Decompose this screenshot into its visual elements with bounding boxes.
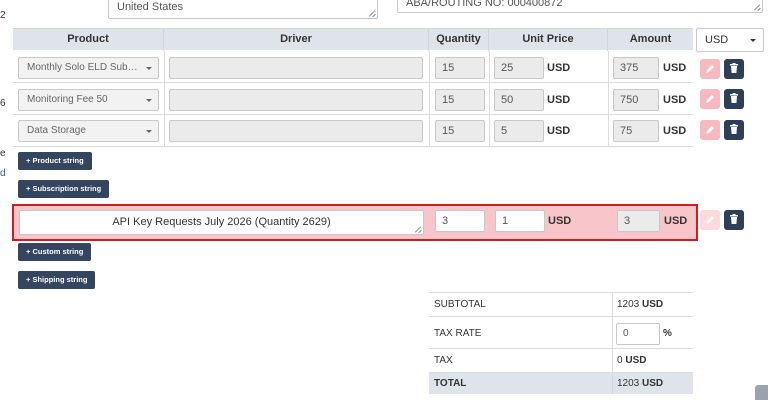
resize-handle-icon[interactable] bbox=[415, 226, 422, 233]
add-subscription-string-button[interactable]: + Subscription string bbox=[18, 180, 110, 198]
unit-price-currency: USD bbox=[547, 62, 571, 74]
chevron-down-icon bbox=[750, 39, 756, 42]
resize-handle-icon[interactable] bbox=[754, 4, 761, 11]
driver-input[interactable] bbox=[169, 89, 423, 111]
unit-price-currency: USD bbox=[547, 125, 571, 137]
edge-fragment: 2 bbox=[0, 10, 6, 21]
unit-price-input[interactable]: 5 bbox=[494, 120, 544, 142]
currency-select-value: USD bbox=[705, 34, 729, 46]
pencil-icon bbox=[706, 216, 714, 224]
tax-rate-unit: % bbox=[663, 328, 672, 339]
total-value: 1203 USD bbox=[617, 378, 664, 389]
quantity-input[interactable]: 15 bbox=[435, 120, 485, 142]
product-select[interactable]: Data Storage bbox=[18, 120, 159, 142]
edit-button[interactable] bbox=[700, 210, 720, 230]
header-unit-price: Unit Price bbox=[489, 29, 608, 51]
amount-input: 750 bbox=[613, 89, 659, 111]
unit-price-currency: USD bbox=[547, 94, 571, 106]
header-amount: Amount bbox=[629, 33, 672, 45]
unit-price-input[interactable]: 50 bbox=[494, 89, 544, 111]
product-select[interactable]: Monitoring Fee 50 bbox=[18, 89, 159, 111]
product-select-value: Monthly Solo ELD Subscript… bbox=[27, 62, 159, 73]
amount-currency: USD bbox=[663, 94, 687, 106]
table-row: Data Storage 15 5 USD 75 USD bbox=[13, 115, 693, 147]
corner-widget[interactable] bbox=[755, 385, 768, 400]
currency-select[interactable]: USD bbox=[696, 28, 764, 52]
delete-button[interactable] bbox=[724, 120, 744, 140]
subtotal-value: 1203 USD bbox=[617, 299, 664, 310]
total-row: TOTAL 1203 USD bbox=[429, 372, 693, 394]
unit-price-input[interactable]: 25 bbox=[494, 57, 544, 79]
driver-input[interactable] bbox=[169, 57, 423, 79]
trash-icon bbox=[730, 124, 738, 134]
header-quantity: Quantity bbox=[429, 29, 489, 51]
table-row: Monitoring Fee 50 15 50 USD 750 USD bbox=[13, 83, 693, 115]
custom-amount-input: 3 bbox=[617, 210, 660, 232]
add-shipping-string-button[interactable]: + Shipping string bbox=[18, 271, 96, 289]
total-label: TOTAL bbox=[434, 378, 467, 389]
country-text: United States bbox=[117, 1, 184, 13]
chevron-down-icon bbox=[146, 99, 152, 102]
add-product-string-button[interactable]: + Product string bbox=[18, 152, 92, 170]
table-row: Monthly Solo ELD Subscript… 15 25 USD 37… bbox=[13, 51, 693, 83]
country-textarea[interactable]: United States bbox=[108, 0, 378, 19]
delete-button[interactable] bbox=[724, 59, 744, 79]
chevron-down-icon bbox=[146, 67, 152, 70]
tax-value: 0 USD bbox=[617, 355, 647, 366]
edit-button[interactable] bbox=[700, 89, 720, 109]
custom-amount-currency: USD bbox=[664, 215, 688, 227]
table-header: Product Driver Quantity Unit Price Amoun… bbox=[13, 28, 693, 51]
product-select-value: Monitoring Fee 50 bbox=[27, 94, 108, 105]
amount-currency: USD bbox=[663, 125, 687, 137]
amount-input: 75 bbox=[613, 120, 659, 142]
custom-description-textarea[interactable]: API Key Requests July 2026 (Quantity 262… bbox=[19, 210, 424, 235]
tax-rate-row: TAX RATE 0 % bbox=[429, 316, 693, 348]
chevron-down-icon bbox=[146, 130, 152, 133]
edge-fragment: 6 bbox=[0, 98, 6, 109]
header-product: Product bbox=[13, 29, 164, 51]
delete-button[interactable] bbox=[724, 210, 744, 230]
amount-input: 375 bbox=[613, 57, 659, 79]
trash-icon bbox=[730, 93, 738, 103]
trash-icon bbox=[730, 63, 738, 73]
edge-fragment: e bbox=[0, 148, 6, 159]
edit-button[interactable] bbox=[700, 59, 720, 79]
routing-text: ABA/ROUTING NO: 000400872 bbox=[406, 0, 563, 9]
quantity-input[interactable]: 15 bbox=[435, 57, 485, 79]
custom-description-text: API Key Requests July 2026 (Quantity 262… bbox=[112, 216, 331, 228]
tax-row: TAX 0 USD bbox=[429, 348, 693, 372]
routing-textarea[interactable]: ABA/ROUTING NO: 000400872 bbox=[397, 0, 763, 13]
header-driver: Driver bbox=[164, 29, 429, 51]
edit-button[interactable] bbox=[700, 120, 720, 140]
pencil-icon bbox=[706, 65, 714, 73]
custom-string-row: API Key Requests July 2026 (Quantity 262… bbox=[12, 204, 698, 241]
tax-rate-label: TAX RATE bbox=[434, 328, 482, 339]
subtotal-label: SUBTOTAL bbox=[434, 299, 486, 310]
edge-fragment: d bbox=[0, 168, 6, 179]
delete-button[interactable] bbox=[724, 89, 744, 109]
resize-handle-icon[interactable] bbox=[369, 10, 376, 17]
driver-input[interactable] bbox=[169, 120, 423, 142]
amount-currency: USD bbox=[663, 62, 687, 74]
quantity-input[interactable]: 15 bbox=[435, 89, 485, 111]
tax-rate-input[interactable]: 0 bbox=[616, 323, 660, 345]
pencil-icon bbox=[706, 95, 714, 103]
add-custom-string-button[interactable]: + Custom string bbox=[18, 243, 92, 261]
custom-unit-price-currency: USD bbox=[548, 215, 572, 227]
trash-icon bbox=[730, 214, 738, 224]
subtotal-row: SUBTOTAL 1203 USD bbox=[429, 292, 693, 316]
custom-unit-price-input[interactable]: 1 bbox=[495, 210, 545, 232]
custom-quantity-input[interactable]: 3 bbox=[435, 210, 485, 232]
tax-label: TAX bbox=[434, 355, 453, 366]
pencil-icon bbox=[706, 126, 714, 134]
product-select[interactable]: Monthly Solo ELD Subscript… bbox=[18, 57, 159, 79]
product-select-value: Data Storage bbox=[27, 125, 86, 136]
